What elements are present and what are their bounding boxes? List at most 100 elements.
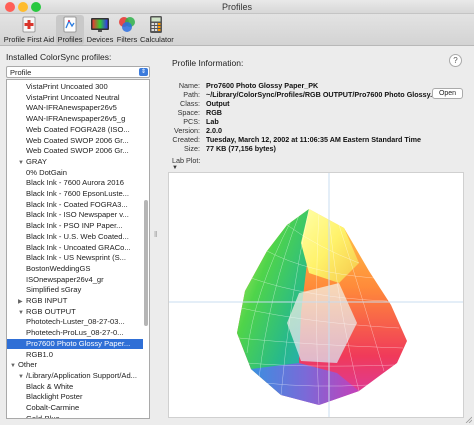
toolbar-label: Profile First Aid — [3, 35, 55, 44]
list-item[interactable]: Photetech-ProLus_08-27-0... — [7, 328, 143, 339]
info-label: Version: — [174, 126, 200, 135]
list-item-label: Black Ink - Uncoated GRACo... — [26, 242, 131, 252]
list-scrollbar[interactable] — [142, 82, 148, 416]
list-item[interactable]: BostonWeddingGS — [7, 264, 143, 275]
list-group-row[interactable]: ▼ Other — [7, 360, 143, 371]
disclosure-collapsed-icon[interactable]: ▶ — [18, 297, 26, 307]
list-group-row[interactable]: ▼/Library/Application Support/Ad... — [7, 371, 143, 382]
list-item-label: RGB INPUT — [26, 296, 68, 305]
list-item-label: BostonWeddingGS — [26, 263, 91, 273]
list-item-label: Cobalt-Carmine — [26, 403, 80, 412]
list-item[interactable]: Black Ink - PSO INP Paper... — [7, 221, 143, 232]
info-row: Class: Output — [162, 99, 462, 108]
info-row: Version: 2.0.0 — [162, 126, 462, 135]
info-label: Path: — [183, 90, 200, 99]
profile-popup[interactable]: Profile ⇕ — [6, 66, 150, 78]
list-item-label: RGB OUTPUT — [26, 306, 76, 316]
lab-plot-view[interactable] — [168, 172, 464, 418]
list-item-label: VistaPrint Uncoated 300 — [26, 82, 108, 91]
toolbar-item-devices[interactable]: Devices — [86, 15, 114, 45]
list-item[interactable]: Black Ink - US Newsprint (S... — [7, 253, 143, 264]
list-item[interactable]: Pro7600 Photo Glossy Paper... — [7, 338, 143, 350]
toolbar-item-profile-first-aid[interactable]: Profile First Aid — [3, 15, 55, 45]
info-row: Name: Pro7600 Photo Glossy Paper_PK — [162, 81, 462, 90]
info-value: Tuesday, March 12, 2002 at 11:06:35 AM E… — [206, 135, 422, 144]
list-item[interactable]: Web Coated FOGRA28 (ISO... — [7, 125, 143, 136]
disclosure-expanded-icon[interactable]: ▼ — [18, 308, 26, 318]
list-item-label: Web Coated SWOP 2006 Gr... — [26, 146, 129, 156]
toolbar-item-filters[interactable]: Filters — [114, 15, 140, 45]
disclosure-expanded-icon[interactable]: ▼ — [10, 361, 18, 371]
toolbar-label: Devices — [86, 35, 114, 44]
list-item-label: Phototech-Luster_08-27-03... — [26, 317, 125, 327]
toolbar-label: Filters — [116, 35, 138, 44]
list-item-label: Black Ink - PSO INP Paper... — [26, 221, 123, 231]
list-item-label: WAN-IFRAnewspaper26v5 — [26, 103, 117, 113]
list-item-label: Web Coated SWOP 2006 Gr... — [26, 135, 129, 145]
first-aid-icon — [22, 16, 36, 33]
info-label: Name: — [178, 81, 200, 90]
help-button[interactable]: ? — [449, 54, 462, 67]
list-item[interactable]: 0% DotGain — [7, 168, 143, 179]
toolbar: Profile First Aid Profiles Devices Filte… — [0, 14, 474, 46]
info-label: Created: — [172, 135, 200, 144]
list-item[interactable]: VistaPrint Uncoated Neutral — [7, 93, 143, 104]
split-divider-handle[interactable]: ‖ — [154, 230, 157, 239]
list-item[interactable]: WAN-IFRAnewspaper26v5_g — [7, 114, 143, 125]
list-item[interactable]: Black Ink - ISO Newspaper v... — [7, 210, 143, 221]
list-item-label: Blacklight Poster — [26, 392, 83, 402]
info-label: Space: — [177, 108, 200, 117]
list-item[interactable]: Black Ink - Uncoated GRACo... — [7, 243, 143, 254]
list-item[interactable]: RGB1.0 — [7, 350, 143, 361]
open-button[interactable]: Open — [432, 88, 463, 99]
list-group-row[interactable]: ▶ RGB INPUT — [7, 296, 143, 307]
popup-value: Profile — [10, 68, 32, 77]
list-item[interactable]: Black Ink - Coated FOGRA3... — [7, 200, 143, 211]
list-item-label: ISOnewspaper26v4_gr — [26, 274, 104, 284]
list-item[interactable]: Black Ink - 7600 EpsonLuste... — [7, 189, 143, 200]
list-item-label: VistaPrint Uncoated Neutral — [26, 92, 120, 102]
lab-plot-menu-icon[interactable]: ▼ — [172, 165, 178, 171]
list-item-label: Black & White — [26, 381, 74, 391]
list-item[interactable]: Web Coated SWOP 2006 Gr... — [7, 146, 143, 157]
list-item-label: GRAY — [26, 156, 47, 166]
list-item[interactable]: Blacklight Poster — [7, 392, 143, 403]
list-item[interactable]: ISOnewspaper26v4_gr — [7, 275, 143, 286]
info-value: Pro7600 Photo Glossy Paper_PK — [206, 81, 319, 90]
list-item[interactable]: Web Coated SWOP 2006 Gr... — [7, 136, 143, 147]
filters-icon — [119, 17, 135, 32]
info-value: ~/Library/ColorSync/Profiles/RGB OUTPUT/… — [206, 90, 437, 99]
resize-grip-icon[interactable] — [464, 415, 472, 423]
info-value: 2.0.0 — [206, 126, 222, 135]
list-item[interactable]: Black & White — [7, 382, 143, 393]
list-item[interactable]: Cobalt-Carmine — [7, 403, 143, 414]
list-item[interactable]: Phototech-Luster_08-27-03... — [7, 317, 143, 328]
list-item[interactable]: Gold-Blue — [7, 414, 143, 418]
list-group-row[interactable]: ▼ GRAY — [7, 157, 143, 168]
toolbar-item-calculator[interactable]: Calculator — [140, 15, 174, 45]
info-row: Path: ~/Library/ColorSync/Profiles/RGB OU… — [162, 90, 462, 99]
window-title: Profiles — [221, 2, 252, 12]
disclosure-expanded-icon[interactable]: ▼ — [18, 158, 26, 168]
list-item[interactable]: Simplified sGray — [7, 285, 143, 296]
info-value: Lab — [206, 117, 219, 126]
list-item[interactable]: VistaPrint Uncoated 300 — [7, 82, 143, 93]
list-item-label: Black Ink - 7600 EpsonLuste... — [26, 189, 129, 198]
list-item[interactable]: Black Ink - 7600 Aurora 2016 — [7, 178, 143, 189]
info-value: RGB — [206, 108, 222, 117]
list-item-label: Black Ink - ISO Newspaper v... — [26, 210, 129, 220]
info-label: Class: — [180, 99, 200, 108]
scroll-thumb[interactable] — [144, 200, 148, 326]
list-group-row[interactable]: ▼ RGB OUTPUT — [7, 307, 143, 318]
list-item-label: 0% DotGain — [26, 167, 67, 177]
info-value: Output — [206, 99, 230, 108]
profiles-heading: Installed ColorSync profiles: — [6, 52, 112, 62]
profile-list[interactable]: VistaPrint Uncoated 300 VistaPrint Uncoat… — [6, 79, 150, 419]
toolbar-label: Profiles — [57, 35, 83, 44]
lab-plot-label: Lab Plot: — [172, 156, 201, 165]
title-bar: Profiles — [0, 0, 474, 14]
toolbar-item-profiles[interactable]: Profiles — [56, 15, 84, 45]
list-item[interactable]: WAN-IFRAnewspaper26v5 — [7, 103, 143, 114]
list-item[interactable]: Black Ink - U.S. Web Coated... — [7, 232, 143, 243]
disclosure-expanded-icon[interactable]: ▼ — [18, 372, 26, 382]
